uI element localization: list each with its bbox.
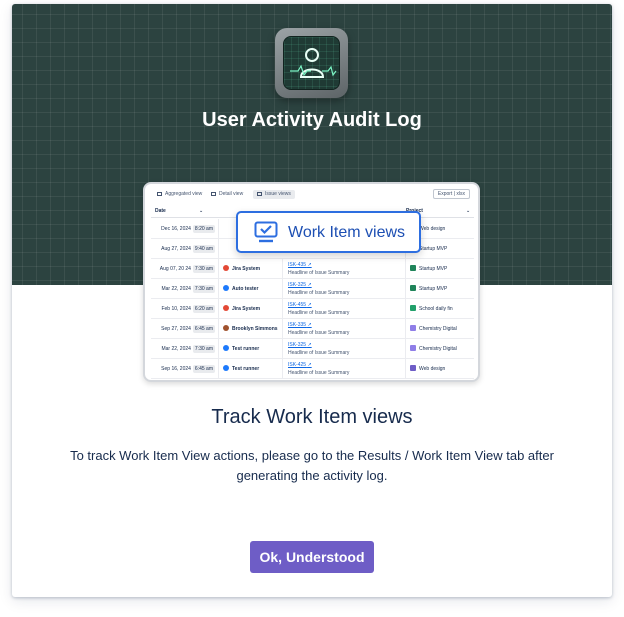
- external-link-icon: ↗: [307, 282, 312, 288]
- monitor-user-pulse-icon: [283, 36, 340, 90]
- work-item-views-badge: Work Item views: [236, 211, 421, 253]
- table-row: Mar 22, 2024 7:30 am Auto tester ISK-325 ↗ H…: [151, 279, 474, 299]
- row-project: Chemistry Digital: [405, 319, 474, 339]
- monitor-icon: [257, 192, 262, 196]
- row-date: Mar 22, 2024 7:30 am: [151, 279, 219, 299]
- table-row: Sep 27, 2024 6:45 am Brooklyn Simmons ISK-3…: [151, 319, 474, 339]
- monitor-check-icon: [254, 221, 278, 243]
- avatar: [223, 265, 229, 271]
- chevron-down-icon: ⌄: [466, 208, 471, 214]
- row-issue: ISK-435 ↗ Headline of Issue Summary: [288, 262, 398, 276]
- table-row: Aug 07, 20 24 7:30 am Jira System ISK-435 ↗…: [151, 259, 474, 279]
- external-link-icon: ↗: [307, 362, 312, 368]
- external-link-icon: ↗: [307, 342, 312, 348]
- preview-tab-aggregated: Aggregated view: [153, 190, 206, 199]
- table-row: Mar 22, 2024 7:30 am Test runner ISK-325 ↗ H…: [151, 339, 474, 359]
- row-date: Sep 27, 2024 6:45 am: [151, 319, 219, 339]
- preview-tab-issue-views: Issue views: [253, 190, 295, 199]
- list-icon: [211, 192, 216, 196]
- column-date: Date: [155, 208, 166, 214]
- issue-key-link: ISK-325 ↗: [288, 342, 312, 348]
- issue-key-link: ISK-335 ↗: [288, 322, 312, 328]
- dialog-card: User Activity Audit Log Aggregated view …: [12, 4, 612, 597]
- badge-label: Work Item views: [288, 224, 406, 241]
- chevron-down-icon: ⌄: [199, 208, 204, 214]
- project-icon: [410, 285, 416, 291]
- page-title: User Activity Audit Log: [202, 109, 422, 131]
- row-issue: ISK-325 ↗ Headline of Issue Summary: [288, 342, 398, 356]
- row-project: Startup MVP: [405, 279, 474, 299]
- row-user: Jira System: [223, 259, 283, 279]
- dialog-title: Track Work Item views: [211, 406, 413, 428]
- row-project: Chemistry Digital: [405, 339, 474, 359]
- preview-export-button: Export | xlsx: [432, 189, 470, 199]
- issue-key-link: ISK-425 ↗: [288, 362, 312, 368]
- ok-understood-button[interactable]: Ok, Understood: [250, 541, 374, 573]
- row-date: Aug 07, 20 24 7:30 am: [151, 259, 219, 279]
- preview-toolbar: Aggregated view Detail view Issue views …: [145, 184, 478, 204]
- avatar: [223, 305, 229, 311]
- row-issue: ISK-455 ↗ Headline of Issue Summary: [288, 302, 398, 316]
- avatar: [223, 365, 229, 371]
- table-icon: [157, 192, 162, 196]
- dialog-description: To track Work Item View actions, please …: [70, 448, 554, 483]
- row-user: Test runner: [223, 339, 283, 359]
- row-project: Startup MVP: [405, 259, 474, 279]
- avatar: [223, 285, 229, 291]
- row-project: School daily fin: [405, 299, 474, 319]
- project-icon: [410, 265, 416, 271]
- external-link-icon: ↗: [307, 302, 312, 308]
- row-issue: ISK-325 ↗ Headline of Issue Summary: [288, 282, 398, 296]
- row-user: Brooklyn Simmons: [223, 319, 283, 339]
- row-date: Mar 22, 2024 7:30 am: [151, 339, 219, 359]
- preview-tab-detail: Detail view: [207, 190, 247, 199]
- avatar: [223, 345, 229, 351]
- table-row: Feb 10, 2024 6:20 am Jira System ISK-455 ↗ H…: [151, 299, 474, 319]
- row-user: Jira System: [223, 299, 283, 319]
- row-date: Feb 10, 2024 6:20 am: [151, 299, 219, 319]
- issue-key-link: ISK-435 ↗: [288, 262, 312, 268]
- row-issue: ISK-425 ↗ Headline of Issue Summary: [288, 362, 398, 376]
- external-link-icon: ↗: [307, 262, 312, 268]
- issue-key-link: ISK-455 ↗: [288, 302, 312, 308]
- issue-key-link: ISK-325 ↗: [288, 282, 312, 288]
- preview-pagination: [151, 376, 474, 380]
- row-date: Dec 16, 2024 8:20 am: [151, 219, 219, 239]
- row-user: Auto tester: [223, 279, 283, 299]
- app-logo: [275, 28, 348, 98]
- project-icon: [410, 325, 416, 331]
- row-issue: ISK-335 ↗ Headline of Issue Summary: [288, 322, 398, 336]
- avatar: [223, 325, 229, 331]
- project-icon: [410, 365, 416, 371]
- project-icon: [410, 345, 416, 351]
- project-icon: [410, 305, 416, 311]
- external-link-icon: ↗: [307, 322, 312, 328]
- row-date: Aug 27, 2024 9:40 am: [151, 239, 219, 259]
